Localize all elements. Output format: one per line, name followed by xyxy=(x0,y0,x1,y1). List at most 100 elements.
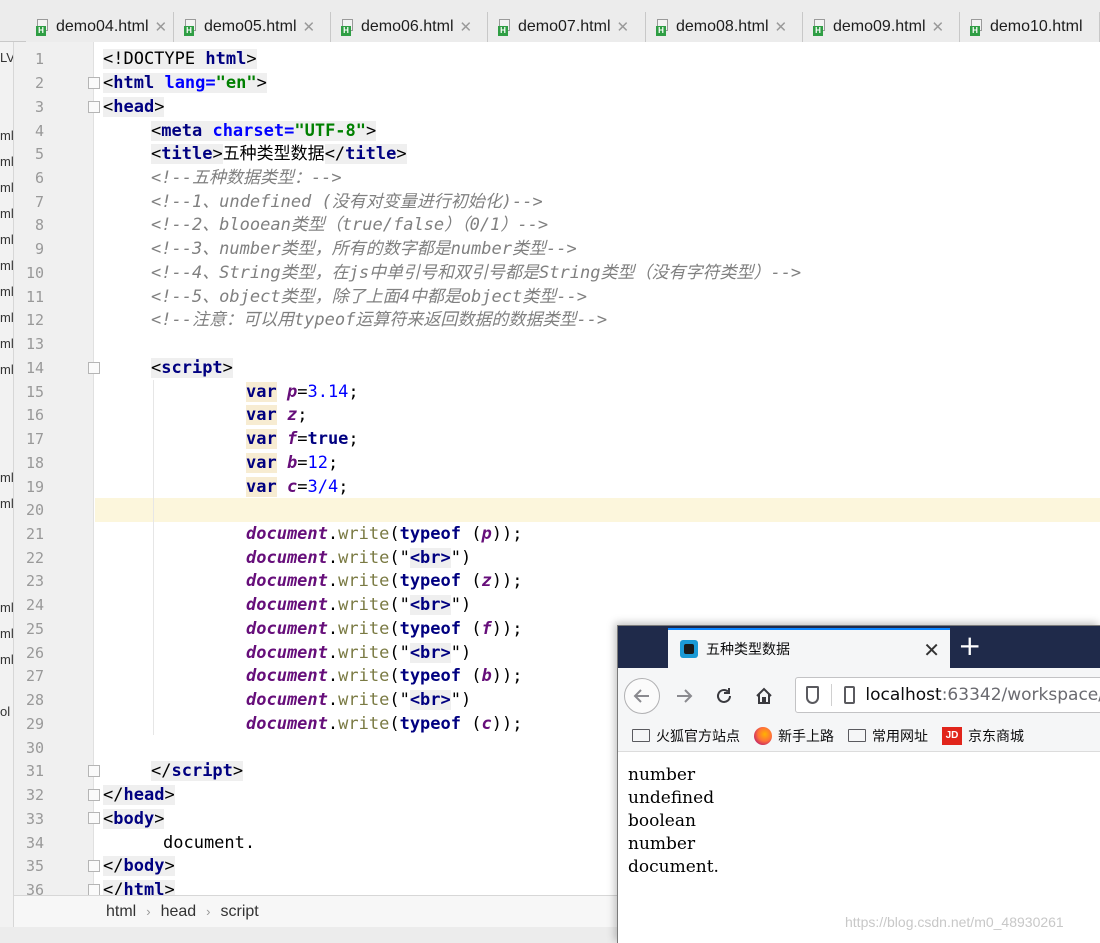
browser-tab[interactable]: 五种类型数据 ✕ xyxy=(668,628,950,668)
tab-label: demo06.html xyxy=(361,18,454,35)
browser-tab-title: 五种类型数据 xyxy=(706,642,790,658)
reload-icon xyxy=(717,688,731,703)
bookmark-label: 京东商城 xyxy=(968,728,1024,745)
code-line-34: document. xyxy=(163,833,256,853)
chevron-right-icon: › xyxy=(206,904,211,919)
bookmark-getting-started[interactable]: 新手上路 xyxy=(754,726,834,746)
editor-tab-demo08[interactable]: H demo08.html ✕ xyxy=(646,12,803,42)
fold-toggle-icon[interactable] xyxy=(88,812,100,824)
project-item-fragment[interactable]: ml xyxy=(0,496,13,511)
tab-label: demo07.html xyxy=(518,18,611,35)
project-item-fragment[interactable]: ml xyxy=(0,154,13,169)
editor-tab-demo04[interactable]: H demo04.html ✕ xyxy=(26,12,174,42)
bookmark-firefox-official[interactable]: 火狐官方站点 xyxy=(632,726,740,746)
editor-tab-demo10[interactable]: H demo10.html xyxy=(960,12,1100,42)
project-item-fragment[interactable]: LV xyxy=(0,50,13,65)
new-tab-button[interactable]: + xyxy=(958,630,981,662)
tab-close-icon[interactable]: ✕ xyxy=(775,18,788,36)
fold-toggle-icon[interactable] xyxy=(88,362,100,374)
tracking-protection-shield-icon[interactable] xyxy=(806,686,820,704)
back-button[interactable] xyxy=(624,678,660,714)
project-item-fragment[interactable]: ml xyxy=(0,284,13,299)
html-file-icon: H xyxy=(970,18,986,36)
project-panel-edge[interactable]: LV ml ml ml ml ml ml ml ml ml ml ml ml m… xyxy=(0,42,14,943)
code-line-9: <!--3、number类型，所有的数字都是number类型--> xyxy=(151,239,577,259)
line-number: 28 xyxy=(25,691,44,709)
line-number: 5 xyxy=(34,145,44,163)
fold-toggle-icon[interactable] xyxy=(88,860,100,872)
project-item-fragment[interactable]: ml xyxy=(0,128,13,143)
project-item-fragment[interactable]: ml xyxy=(0,258,13,273)
line-number: 35 xyxy=(25,857,44,875)
code-line-12: <!--注意：可以用typeof运算符来返回数据的数据类型--> xyxy=(151,310,608,330)
tab-close-icon[interactable]: ✕ xyxy=(303,18,316,36)
fold-toggle-icon[interactable] xyxy=(88,789,100,801)
code-line-28: document.write("<br>") xyxy=(246,690,472,710)
address-bar[interactable]: localhost:63342/workspace/ xyxy=(795,677,1100,713)
project-item-fragment[interactable]: ml xyxy=(0,470,13,485)
project-item-fragment[interactable]: ml xyxy=(0,336,13,351)
page-output: number undefined boolean number document… xyxy=(628,764,719,879)
fold-toggle-icon[interactable] xyxy=(88,77,100,89)
tab-close-icon[interactable]: ✕ xyxy=(460,18,473,36)
project-item-fragment[interactable]: ml xyxy=(0,626,13,641)
project-item-fragment[interactable]: ml xyxy=(0,232,13,247)
project-item-fragment[interactable]: ol xyxy=(0,704,10,719)
output-line: document. xyxy=(628,857,719,877)
breadcrumb-item-html[interactable]: html xyxy=(106,903,136,921)
home-button[interactable] xyxy=(746,678,782,714)
line-number: 24 xyxy=(25,596,44,614)
tab-close-icon[interactable]: ✕ xyxy=(155,18,168,36)
line-number: 21 xyxy=(25,525,44,543)
breadcrumb-item-script[interactable]: script xyxy=(221,903,259,921)
line-number: 9 xyxy=(34,240,44,258)
webstorm-favicon-icon xyxy=(680,640,698,658)
fold-toggle-icon[interactable] xyxy=(88,765,100,777)
code-line-17: var f=true; xyxy=(246,429,359,449)
tab-label: demo10.html xyxy=(990,18,1083,35)
project-item-fragment[interactable]: ml xyxy=(0,310,13,325)
code-line-10: <!--4、String类型，在js中单引号和双引号都是String类型（没有字… xyxy=(151,263,802,283)
project-item-fragment[interactable]: ml xyxy=(0,362,13,377)
code-line-35: </body> xyxy=(103,856,175,876)
project-item-fragment[interactable]: ml xyxy=(0,206,13,221)
bookmark-label: 新手上路 xyxy=(778,728,834,745)
editor-tab-demo07[interactable]: H demo07.html ✕ xyxy=(488,12,646,42)
breadcrumb-item-head[interactable]: head xyxy=(161,903,197,921)
project-item-fragment[interactable]: ml xyxy=(0,600,13,615)
line-number: 16 xyxy=(25,406,44,424)
url-text[interactable]: localhost:63342/workspace/ xyxy=(865,685,1100,705)
chevron-right-icon: › xyxy=(146,904,151,919)
editor-tab-demo05[interactable]: H demo05.html ✕ xyxy=(174,12,331,42)
code-line-4: <meta charset="UTF-8"> xyxy=(151,121,377,141)
tab-label: demo08.html xyxy=(676,18,769,35)
folder-icon xyxy=(632,729,650,742)
code-line-7: <!--1、undefined (没有对变量进行初始化)--> xyxy=(151,192,543,212)
close-tab-icon[interactable]: ✕ xyxy=(923,638,940,662)
page-info-icon[interactable] xyxy=(843,686,856,704)
line-number: 6 xyxy=(34,169,44,187)
line-number: 11 xyxy=(25,288,44,306)
bookmark-label: 常用网址 xyxy=(872,728,928,745)
project-item-fragment[interactable]: ml xyxy=(0,180,13,195)
fold-toggle-icon[interactable] xyxy=(88,101,100,113)
current-line-highlight xyxy=(95,498,1100,522)
code-line-22: document.write("<br>") xyxy=(246,548,472,568)
html-file-icon: H xyxy=(184,18,200,36)
tab-close-icon[interactable]: ✕ xyxy=(932,18,945,36)
line-number: 4 xyxy=(34,122,44,140)
line-number: 27 xyxy=(25,667,44,685)
line-number: 25 xyxy=(25,620,44,638)
line-number: 13 xyxy=(25,335,44,353)
editor-tab-demo09[interactable]: H demo09.html ✕ xyxy=(803,12,960,42)
bookmark-common-sites[interactable]: 常用网址 xyxy=(848,726,928,746)
tab-close-icon[interactable]: ✕ xyxy=(617,18,630,36)
code-line-11: <!--5、object类型，除了上面4中都是object类型--> xyxy=(151,287,587,307)
forward-button[interactable] xyxy=(666,678,702,714)
code-line-14: <script> xyxy=(151,358,233,378)
line-number: 8 xyxy=(34,216,44,234)
bookmark-jd-mall[interactable]: JD 京东商城 xyxy=(942,726,1024,746)
reload-button[interactable] xyxy=(706,678,742,714)
editor-tab-demo06[interactable]: H demo06.html ✕ xyxy=(331,12,488,42)
project-item-fragment[interactable]: ml xyxy=(0,652,13,667)
